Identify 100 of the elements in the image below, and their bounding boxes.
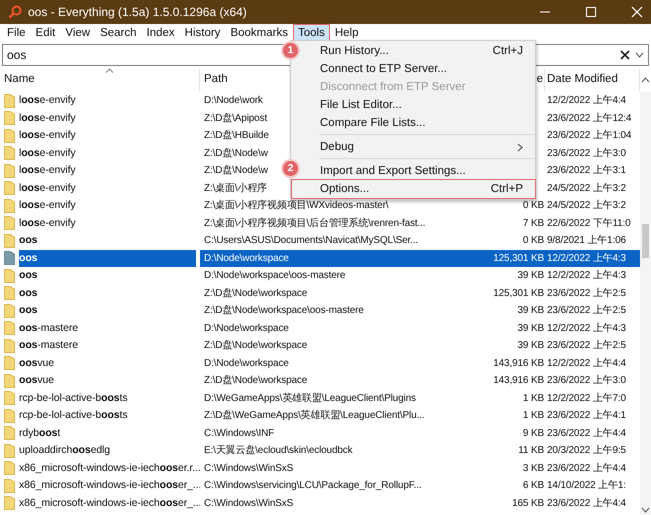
folder-icon: [4, 234, 15, 248]
folder-icon: [4, 478, 15, 493]
menu-entry[interactable]: Import and Export Settings...: [304, 162, 535, 180]
folder-icon: [4, 321, 15, 336]
date-modified: 14/10/2022 上午1:: [547, 480, 626, 491]
menu-item[interactable]: View: [60, 25, 96, 41]
date-modified: 22/6/2022 下午11:0: [547, 218, 631, 228]
file-name[interactable]: x86_microsoft-windows-ie-iechooser_...: [19, 494, 200, 512]
file-name[interactable]: oos-mastere: [19, 320, 82, 337]
file-path: D:\Node\workspace: [204, 358, 289, 368]
file-name[interactable]: oos: [19, 302, 42, 320]
folder-icon: [4, 216, 15, 230]
file-name[interactable]: loose-envify: [19, 180, 80, 197]
file-size: 6 KB: [522, 480, 544, 491]
maximize-icon[interactable]: [585, 6, 597, 18]
scroll-down-icon[interactable]: [641, 507, 650, 513]
file-size: 125,301 KB: [493, 288, 544, 298]
date-modified: 12/2/2022 上午4:3: [547, 252, 626, 264]
file-name[interactable]: oos: [19, 267, 42, 284]
menu-entry[interactable]: File List Editor...: [304, 96, 535, 114]
file-name[interactable]: loose-envify: [19, 92, 80, 110]
folder-icon: [4, 426, 15, 440]
file-name[interactable]: rdyboost: [19, 424, 64, 442]
file-path: D:\Node\workspace: [204, 322, 289, 334]
menu-entry[interactable]: Compare File Lists...: [304, 114, 535, 132]
file-path: Z:\D盘\Node\w: [204, 165, 268, 176]
menu-item[interactable]: Bookmarks: [225, 25, 293, 41]
file-name[interactable]: oos-mastere: [19, 337, 82, 354]
date-modified: 12/2/2022 上午4:3: [547, 322, 626, 334]
file-name[interactable]: oosvue: [19, 372, 58, 390]
clear-icon[interactable]: [620, 50, 630, 60]
date-modified: 23/6/2022 上午4:4: [547, 428, 626, 438]
file-name[interactable]: loose-envify: [19, 197, 80, 214]
file-path: C:\Windows\WinSxS: [204, 462, 294, 474]
file-name[interactable]: rcp-be-lol-active-boosts: [19, 407, 132, 424]
file-name[interactable]: oosvue: [19, 354, 58, 372]
folder-icon: [4, 304, 15, 318]
file-name[interactable]: rcp-be-lol-active-boosts: [19, 390, 132, 407]
date-modified: 12/2/2022 上午7:0: [547, 392, 626, 404]
date-modified: 24/5/2022 上午3:2: [547, 200, 626, 211]
date-modified: 9/8/2021 上午1:06: [547, 235, 626, 246]
date-modified: 23/6/2022 上午2:5: [547, 340, 626, 351]
scroll-up-icon[interactable]: [641, 77, 650, 83]
file-name[interactable]: loose-envify: [19, 162, 80, 180]
date-modified: 23/6/2022 上午3:0: [547, 148, 626, 158]
menu-item[interactable]: Edit: [30, 25, 60, 41]
menu-entry[interactable]: Run History... Ctrl+J: [304, 42, 535, 60]
file-name[interactable]: loose-envify: [19, 144, 80, 162]
date-modified: 23/6/2022 上午3:1: [547, 165, 626, 176]
date-modified: 23/6/2022 上午3:0: [547, 375, 626, 386]
date-modified: 23/6/2022 上午12:4: [547, 112, 632, 124]
file-size: 3 KB: [522, 462, 544, 474]
file-size: 1 KB: [522, 410, 544, 421]
window-title: oos - Everything (1.5a) 1.5.0.1296a (x64): [28, 5, 247, 19]
date-modified: 12/2/2022 上午4:4: [547, 95, 626, 106]
magnifier-icon: [8, 5, 22, 19]
file-name[interactable]: loose-envify: [19, 214, 80, 232]
date-modified: 23/6/2022 上午4:1: [547, 410, 626, 421]
file-name[interactable]: oos: [19, 284, 42, 302]
file-name[interactable]: x86_microsoft-windows-ie-iechooser_...: [19, 477, 200, 494]
dropdown-icon[interactable]: [635, 52, 644, 58]
file-name[interactable]: oos: [19, 250, 196, 267]
date-modified: 23/6/2022 上午1:04: [547, 130, 632, 141]
file-name[interactable]: uploaddirchoosedlg: [19, 442, 114, 460]
file-path: C:\Windows\WinSxS: [204, 498, 294, 508]
menu-item[interactable]: History: [180, 25, 226, 41]
folder-icon: [4, 198, 15, 213]
file-name[interactable]: oos: [19, 232, 42, 250]
file-path: Z:\桌面\小程序视频项目\WXvideos-master\: [204, 200, 388, 211]
column-header[interactable]: Name: [0, 68, 200, 92]
file-path: Z:\D盘\Node\workspace\oos-mastere: [204, 305, 364, 316]
file-path: Z:\D盘\HBuilde: [204, 130, 269, 141]
menu-entry[interactable]: Connect to ETP Server...: [304, 60, 535, 78]
file-name[interactable]: loose-envify: [19, 127, 80, 144]
file-size: 165 KB: [512, 498, 544, 508]
file-name[interactable]: x86_microsoft-windows-ie-iechooser.r...: [19, 460, 200, 477]
file-size: 0 KB: [522, 200, 544, 211]
file-name[interactable]: loose-envify: [19, 110, 80, 127]
scroll-thumb[interactable]: [642, 224, 649, 258]
folder-icon: [4, 128, 15, 143]
menu-item[interactable]: File: [2, 25, 31, 41]
folder-icon: [4, 356, 15, 370]
file-path: Z:\D盘\Node\workspace: [204, 288, 308, 298]
date-modified: 24/5/2022 上午3:2: [547, 182, 626, 194]
file-size: 143,916 KB: [493, 358, 544, 368]
menu-item[interactable]: Tools: [294, 25, 329, 41]
file-size: 39 KB: [518, 270, 544, 281]
close-icon[interactable]: [631, 6, 643, 18]
menu-entry[interactable]: Options... Ctrl+P: [292, 180, 535, 198]
date-modified: 23/6/2022 上午4:4: [547, 462, 626, 474]
menu-item[interactable]: Search: [95, 25, 142, 41]
column-header[interactable]: Date Modified: [545, 68, 640, 92]
scrollbar[interactable]: [640, 92, 651, 515]
folder-icon: [4, 496, 15, 510]
menu-item[interactable]: Index: [142, 25, 180, 41]
file-size: 125,301 KB: [493, 252, 544, 264]
menu-entry[interactable]: Debug: [304, 138, 535, 156]
menu-item[interactable]: Help: [330, 25, 364, 41]
file-path: Z:\D盘\Node\workspace: [204, 375, 308, 386]
date-modified: 20/3/2022 上午9:5: [547, 445, 626, 456]
